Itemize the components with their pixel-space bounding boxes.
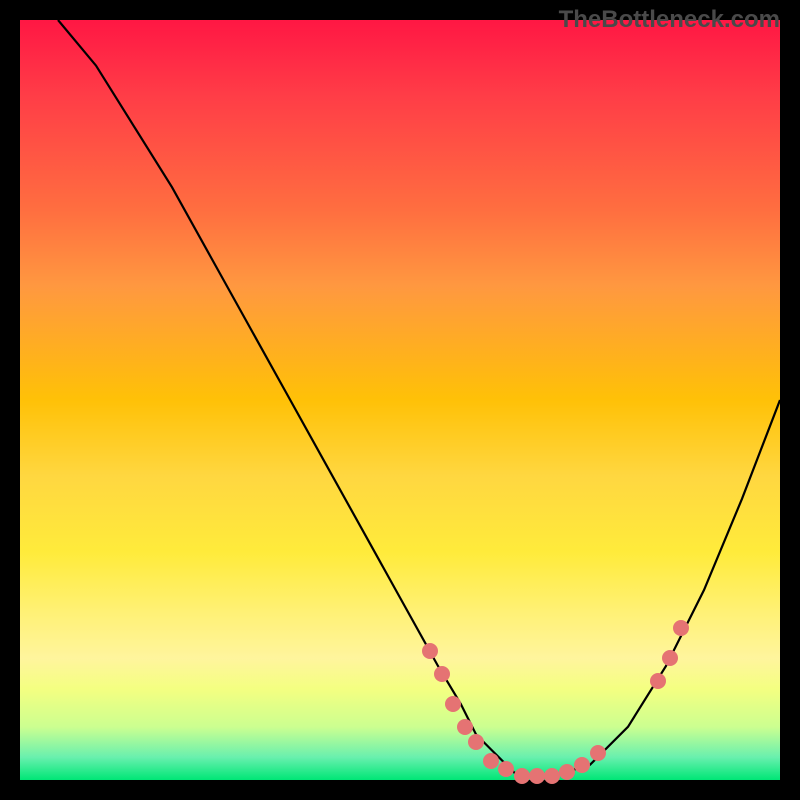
highlight-dot [457, 719, 473, 735]
highlight-dot [483, 753, 499, 769]
watermark-text: TheBottleneck.com [559, 6, 780, 34]
highlight-dot [445, 696, 461, 712]
highlight-dot [514, 768, 530, 784]
highlight-dot [559, 764, 575, 780]
highlight-dot [590, 745, 606, 761]
highlight-dot [650, 673, 666, 689]
highlight-dot [422, 643, 438, 659]
highlight-dot [498, 761, 514, 777]
highlight-dot [574, 757, 590, 773]
chart-container: TheBottleneck.com [0, 0, 800, 800]
highlight-dot [529, 768, 545, 784]
curve-layer [20, 20, 780, 780]
highlight-dot [673, 620, 689, 636]
bottleneck-curve [58, 20, 780, 780]
plot-area [20, 20, 780, 780]
highlight-dot [468, 734, 484, 750]
highlight-dot [434, 666, 450, 682]
highlight-dot [662, 650, 678, 666]
highlight-dot [544, 768, 560, 784]
